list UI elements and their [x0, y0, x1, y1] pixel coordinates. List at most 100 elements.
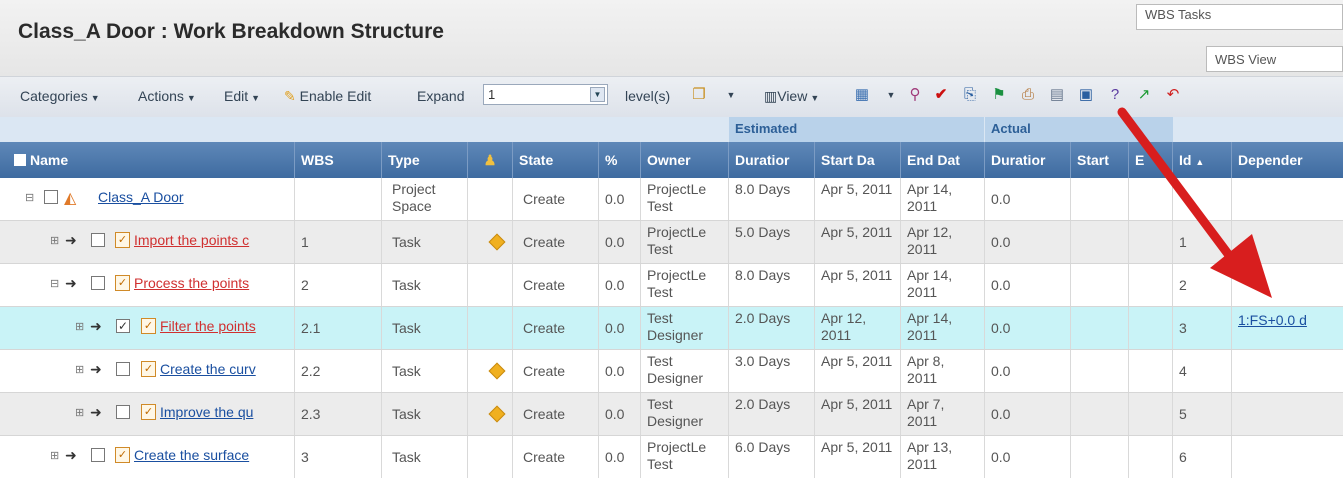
clipboard-icon[interactable]: ⎘ — [961, 86, 979, 104]
percent-cell: 0.0 — [599, 393, 641, 435]
percent-cell: 0.0 — [599, 350, 641, 392]
col-status-icon[interactable]: ♟ — [468, 142, 513, 178]
view-menu[interactable]: ▥View ▼ — [764, 88, 819, 105]
expand-level-select[interactable]: 1 ▼ — [483, 84, 608, 105]
col-type[interactable]: Type — [382, 142, 468, 178]
col-est-start[interactable]: Start Da — [815, 142, 901, 178]
act-start-cell — [1071, 178, 1129, 220]
est-end-cell: Apr 7, 2011 — [901, 393, 985, 435]
owner-cell: Test Designer — [641, 350, 729, 392]
edit-menu[interactable]: Edit ▼ — [224, 88, 260, 104]
table-row[interactable]: ⊞ ➜ ✓ Create the curv 2.2 Task Create 0.… — [0, 350, 1343, 393]
col-name[interactable]: Name — [0, 142, 295, 178]
undo-icon[interactable]: ↶ — [1164, 86, 1182, 104]
enable-edit-label: Enable Edit — [299, 88, 372, 104]
type-cell: Task — [382, 350, 468, 392]
actual-group-header: Actual — [985, 117, 1173, 142]
filter-icon[interactable]: ⚲ — [906, 86, 924, 104]
wbs-cell: 2.3 — [295, 393, 382, 435]
col-est-duration[interactable]: Duratior — [729, 142, 815, 178]
act-end-cell — [1129, 436, 1173, 478]
state-cell: Create — [513, 350, 599, 392]
act-end-cell — [1129, 178, 1173, 220]
expand-value: 1 — [488, 87, 496, 102]
caret-down-icon: ▼ — [90, 93, 100, 103]
wbs-view-dropdown[interactable]: WBS View — [1206, 46, 1343, 72]
col-id-label: Id — [1179, 152, 1192, 168]
col-dependency[interactable]: Depender — [1232, 142, 1343, 178]
state-cell: Create — [513, 436, 599, 478]
copy-icon[interactable]: ❐ — [690, 86, 708, 104]
col-wbs[interactable]: WBS — [295, 142, 382, 178]
checkmark-icon[interactable]: ✔ — [932, 86, 950, 104]
est-duration-cell: 6.0 Days — [729, 436, 815, 478]
table-row[interactable]: ⊞ ➜ ✓ Create the surface 3 Task Create 0… — [0, 436, 1343, 478]
name-cell — [0, 350, 295, 392]
owner-cell: Test Designer — [641, 393, 729, 435]
dependency-cell — [1232, 436, 1343, 478]
act-start-cell — [1071, 436, 1129, 478]
table-row[interactable]: ⊟ ➜ ✓ Process the points 2 Task Create 0… — [0, 264, 1343, 307]
dependency-link[interactable]: 1:FS+0.0 d — [1238, 312, 1307, 328]
status-icon-cell — [468, 436, 513, 478]
col-percent[interactable]: % — [599, 142, 641, 178]
status-icon-cell — [468, 178, 513, 220]
owner-cell: ProjectLe Test — [641, 264, 729, 306]
id-cell — [1173, 178, 1232, 220]
col-act-start[interactable]: Start — [1071, 142, 1129, 178]
categories-menu[interactable]: Categories ▼ — [20, 88, 100, 104]
table-row-selected[interactable]: ⊞ ➜ ✓ ✓ Filter the points 2.1 Task Creat… — [0, 307, 1343, 350]
type-cell: Project Space — [382, 178, 468, 220]
export-icon[interactable]: ↗ — [1135, 86, 1153, 104]
dependency-cell — [1232, 178, 1343, 220]
col-state[interactable]: State — [513, 142, 599, 178]
act-start-cell — [1071, 393, 1129, 435]
dependency-cell — [1232, 221, 1343, 263]
dropdown-arrow-icon[interactable]: ▼ — [590, 87, 605, 102]
select-all-checkbox[interactable] — [14, 154, 26, 166]
owner-cell: Test Designer — [641, 307, 729, 349]
table-row[interactable]: ⊟ ◭ Class_A Door Project Space Create 0.… — [0, 178, 1343, 221]
actions-label: Actions — [138, 88, 184, 104]
dependency-cell — [1232, 393, 1343, 435]
caret-down-icon[interactable]: ▼ — [722, 86, 740, 104]
enable-edit-button[interactable]: ✎ Enable Edit — [284, 88, 371, 105]
table-row[interactable]: ⊞ ➜ ✓ Import the points c 1 Task Create … — [0, 221, 1343, 264]
act-end-cell — [1129, 393, 1173, 435]
status-icon-cell — [468, 264, 513, 306]
act-duration-cell: 0.0 — [985, 350, 1071, 392]
chart-icon[interactable]: ▣ — [1077, 86, 1095, 104]
id-cell: 2 — [1173, 264, 1232, 306]
act-end-cell — [1129, 307, 1173, 349]
est-end-cell: Apr 14, 2011 — [901, 307, 985, 349]
wbs-cell: 2 — [295, 264, 382, 306]
col-owner[interactable]: Owner — [641, 142, 729, 178]
col-id[interactable]: Id ▲ — [1173, 142, 1232, 178]
act-start-cell — [1071, 307, 1129, 349]
help-icon[interactable]: ? — [1106, 86, 1124, 104]
id-cell: 1 — [1173, 221, 1232, 263]
actions-menu[interactable]: Actions ▼ — [138, 88, 196, 104]
type-cell: Task — [382, 436, 468, 478]
table-row[interactable]: ⊞ ➜ ✓ Improve the qu 2.3 Task Create 0.0… — [0, 393, 1343, 436]
print-icon[interactable]: ⎙ — [1019, 86, 1037, 104]
col-act-end[interactable]: E — [1129, 142, 1173, 178]
act-end-cell — [1129, 221, 1173, 263]
act-start-cell — [1071, 350, 1129, 392]
caret-down-icon[interactable]: ▼ — [882, 86, 900, 104]
document-icon[interactable]: ▤ — [1048, 86, 1066, 104]
est-end-cell: Apr 13, 2011 — [901, 436, 985, 478]
status-icon-cell — [468, 307, 513, 349]
id-cell: 5 — [1173, 393, 1232, 435]
table-icon[interactable]: ▦ — [853, 86, 871, 104]
percent-cell: 0.0 — [599, 264, 641, 306]
view-label: View — [777, 88, 808, 104]
id-cell: 4 — [1173, 350, 1232, 392]
col-act-duration[interactable]: Duratior — [985, 142, 1071, 178]
flag-icon[interactable]: ⚑ — [990, 86, 1008, 104]
wbs-tasks-dropdown[interactable]: WBS Tasks — [1136, 4, 1343, 30]
dependency-cell — [1232, 350, 1343, 392]
col-est-end[interactable]: End Dat — [901, 142, 985, 178]
dependency-cell — [1232, 264, 1343, 306]
est-start-cell: Apr 12, 2011 — [815, 307, 901, 349]
